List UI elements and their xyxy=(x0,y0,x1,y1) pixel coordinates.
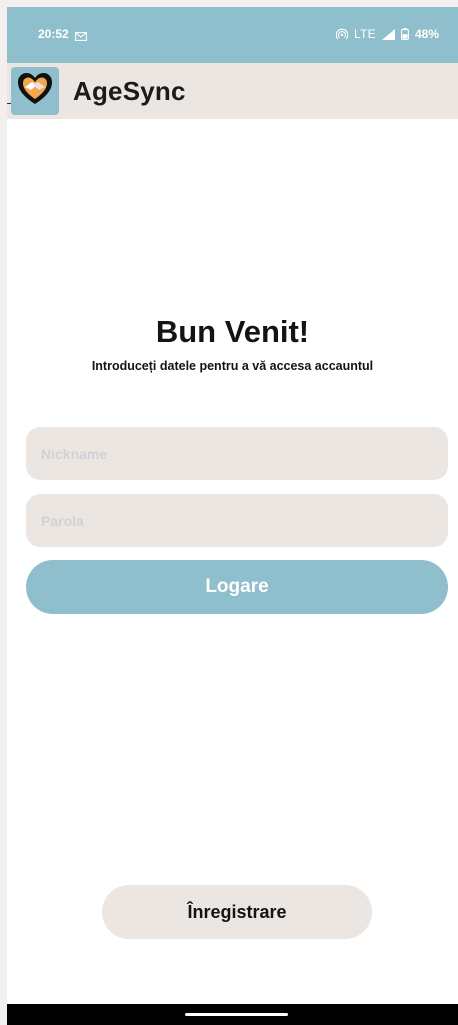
screen: 20:52 LTE 48% AgeSync Bun Venit! Introdu… xyxy=(7,7,458,1025)
welcome-subtitle: Introduceți datele pentru a vă accesa ac… xyxy=(91,359,374,373)
signal-icon xyxy=(381,28,395,40)
status-bar: 20:52 LTE 48% xyxy=(7,7,458,63)
app-bar: AgeSync xyxy=(7,63,458,119)
divider-line xyxy=(7,103,11,104)
home-gesture-handle[interactable] xyxy=(185,1013,288,1016)
welcome-title: Bun Venit! xyxy=(155,314,310,349)
password-input[interactable] xyxy=(26,494,448,547)
handshake-heart-icon xyxy=(15,69,55,114)
register-button[interactable]: Înregistrare xyxy=(102,885,372,939)
status-time: 20:52 xyxy=(38,27,69,41)
status-left: 20:52 xyxy=(38,27,87,41)
navigation-bar xyxy=(7,1004,458,1025)
network-type: LTE xyxy=(353,27,376,41)
app-title: AgeSync xyxy=(73,76,186,106)
hotspot-icon xyxy=(335,28,349,40)
battery-level: 48% xyxy=(414,27,439,41)
battery-icon xyxy=(401,28,409,40)
nickname-input[interactable] xyxy=(26,427,448,480)
status-right: LTE 48% xyxy=(335,27,439,41)
login-button[interactable]: Logare xyxy=(26,560,448,614)
gmail-icon xyxy=(74,30,87,41)
app-logo xyxy=(11,67,59,115)
